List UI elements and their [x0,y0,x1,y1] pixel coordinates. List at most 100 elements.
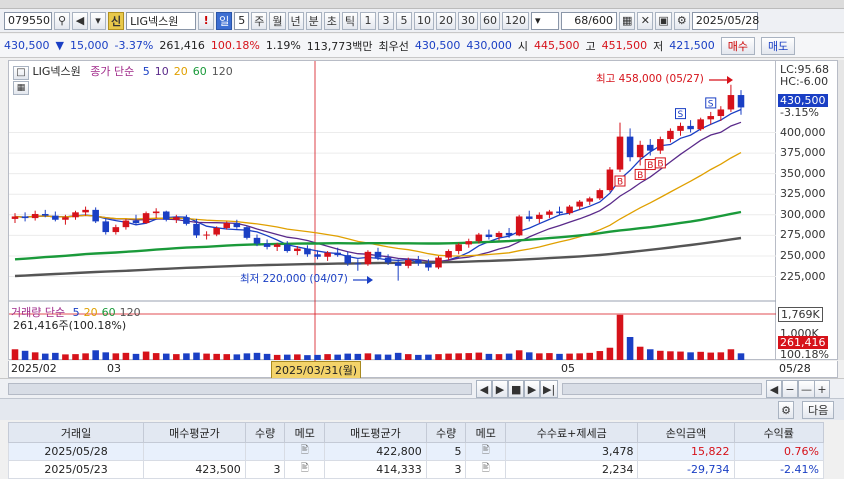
alert-icon[interactable]: ! [198,11,215,30]
tick-option-10[interactable]: 10 [414,11,434,30]
volume-bar [667,351,674,360]
tick-option-30[interactable]: 30 [458,11,478,30]
candle-body [606,169,614,191]
column-header[interactable]: 매도평균가 [324,422,427,443]
column-header[interactable]: 메모 [284,422,326,443]
horizontal-scrollbar[interactable] [8,383,472,395]
play-button[interactable]: ▶ [524,380,540,398]
tick-option-5[interactable]: 5 [396,11,412,30]
candle-body [475,234,483,242]
grid-toggle-icon[interactable]: ▦ [13,81,29,95]
tick-option-60[interactable]: 60 [480,11,500,30]
search-icon[interactable]: ⚲ [54,11,70,30]
tick-option-20[interactable]: 20 [436,11,456,30]
candle-body [394,262,402,266]
buy-button[interactable]: 매수 [720,36,756,55]
price-axis[interactable]: LC:95.68 HC:-6.00 430,500 -3.15% 400,000… [776,60,838,361]
next-button[interactable]: 다음 [802,401,835,419]
scroll-right-button[interactable]: ▶ [492,380,508,398]
volume-bar [576,353,583,360]
stock-name-field[interactable]: LIG넥스원 [126,11,197,30]
layout-icon[interactable]: ▦ [619,11,636,30]
volume-bar [304,355,311,360]
period-second-button[interactable]: 초 [323,11,340,30]
legend-ma-10: 10 [154,65,169,78]
stock-list-dropdown-icon[interactable]: ▾ [90,11,106,30]
candle-body [112,227,120,233]
column-header[interactable]: 거래일 [7,422,145,443]
price-tick: 275,000 [780,228,826,242]
table-cell: 2025/05/28 [7,442,145,461]
period-minute-button[interactable]: 분 [305,11,322,30]
zoom-out-button[interactable]: − [782,380,798,398]
period-year-button[interactable]: 년 [287,11,304,30]
column-header[interactable]: 수량 [425,422,467,443]
period-count-select[interactable]: 5 [234,11,250,30]
volume-bar [223,354,231,360]
sell-button[interactable]: 매도 [761,36,796,55]
volume-bar [283,354,291,360]
candle-body [344,255,352,264]
table-cell: 3 [244,460,286,479]
period-tick-button[interactable]: 틱 [341,11,358,30]
speaker-icon[interactable]: ◀ [72,11,88,30]
column-header[interactable]: 매수평균가 [143,422,246,443]
display-count-total: /600 [588,14,613,27]
zoom-left-button[interactable]: ◀ [766,380,782,398]
table-cell: 422,800 [324,442,427,461]
table-cell: 5 [425,442,467,461]
candle-body [697,119,704,130]
end-button[interactable]: ▶| [540,380,559,398]
date-input[interactable]: 2025/05/28 [691,11,759,30]
candle-body [304,248,311,255]
volume-bar [455,353,462,360]
scroll-left-button[interactable]: ◀ [476,380,492,398]
candle-body [41,213,49,216]
save-icon[interactable]: ▣ [655,11,672,30]
tick-option-1[interactable]: 1 [360,11,376,30]
settings-icon[interactable]: ⚙ [673,11,690,30]
chart-legend-checkbox[interactable]: □ [13,65,29,80]
period-week-button[interactable]: 주 [251,11,268,30]
stop-button[interactable]: ■ [508,380,525,398]
candle-body [687,125,694,130]
candle-body [92,209,99,222]
volume-bar [465,353,473,360]
column-header[interactable]: 손익금액 [637,422,735,443]
volume-max-tag: 1,769K [778,307,823,322]
volume-bar [62,354,69,360]
right-scroll-strip[interactable] [838,60,844,360]
table-row[interactable]: 2025/05/28 🖹 422,800 5 🖹 3,478 15,822 0.76% [7,442,824,461]
close-compare-icon[interactable]: ✕ [637,11,654,30]
volume-bar [717,352,725,360]
column-header[interactable]: 수수료+제세금 [505,422,639,443]
volume-bar [737,353,745,360]
period-month-button[interactable]: 월 [269,11,286,30]
table-cell: 2,234 [505,460,639,479]
stock-code-input[interactable]: 079550 [4,11,52,30]
column-header[interactable]: 수량 [244,422,286,443]
chart-panel[interactable]: BBBBSS □ LIG넥스원 종가 단순 5 10 20 60 120 ▦ 최고 45… [8,60,777,361]
volume-info: 261,416주(100.18%) [13,319,127,332]
tick-custom-select[interactable]: ▾ [531,11,559,30]
tick-option-120[interactable]: 120 [502,11,529,30]
period-day-button[interactable]: 일 [216,11,233,30]
volume-bar [384,354,392,360]
grid-settings-icon[interactable]: ⚙ [778,401,794,419]
tick-options: 1 3 5 10 20 30 60 120 [360,11,529,30]
tick-option-3[interactable]: 3 [378,11,394,30]
candle-body [152,211,160,214]
candle-body [52,215,59,220]
zoom-scrollbar[interactable] [562,383,762,395]
candle-body [364,251,372,265]
table-row[interactable]: 2025/05/23 423,500 3 🖹 414,333 3 🖹 2,234 -29,734… [7,460,824,479]
candle-body [82,209,89,213]
display-count-input[interactable]: 68/600 [561,11,617,30]
zoom-in-button[interactable]: + [814,380,830,398]
column-header[interactable]: 수익률 [733,422,824,443]
candle-body [142,213,150,224]
zoom-reset-button[interactable]: — [798,380,815,398]
column-header[interactable]: 메모 [465,422,507,443]
chart-legend: □ LIG넥스원 종가 단순 5 10 20 60 120 [13,63,233,80]
candle-body [334,252,341,256]
